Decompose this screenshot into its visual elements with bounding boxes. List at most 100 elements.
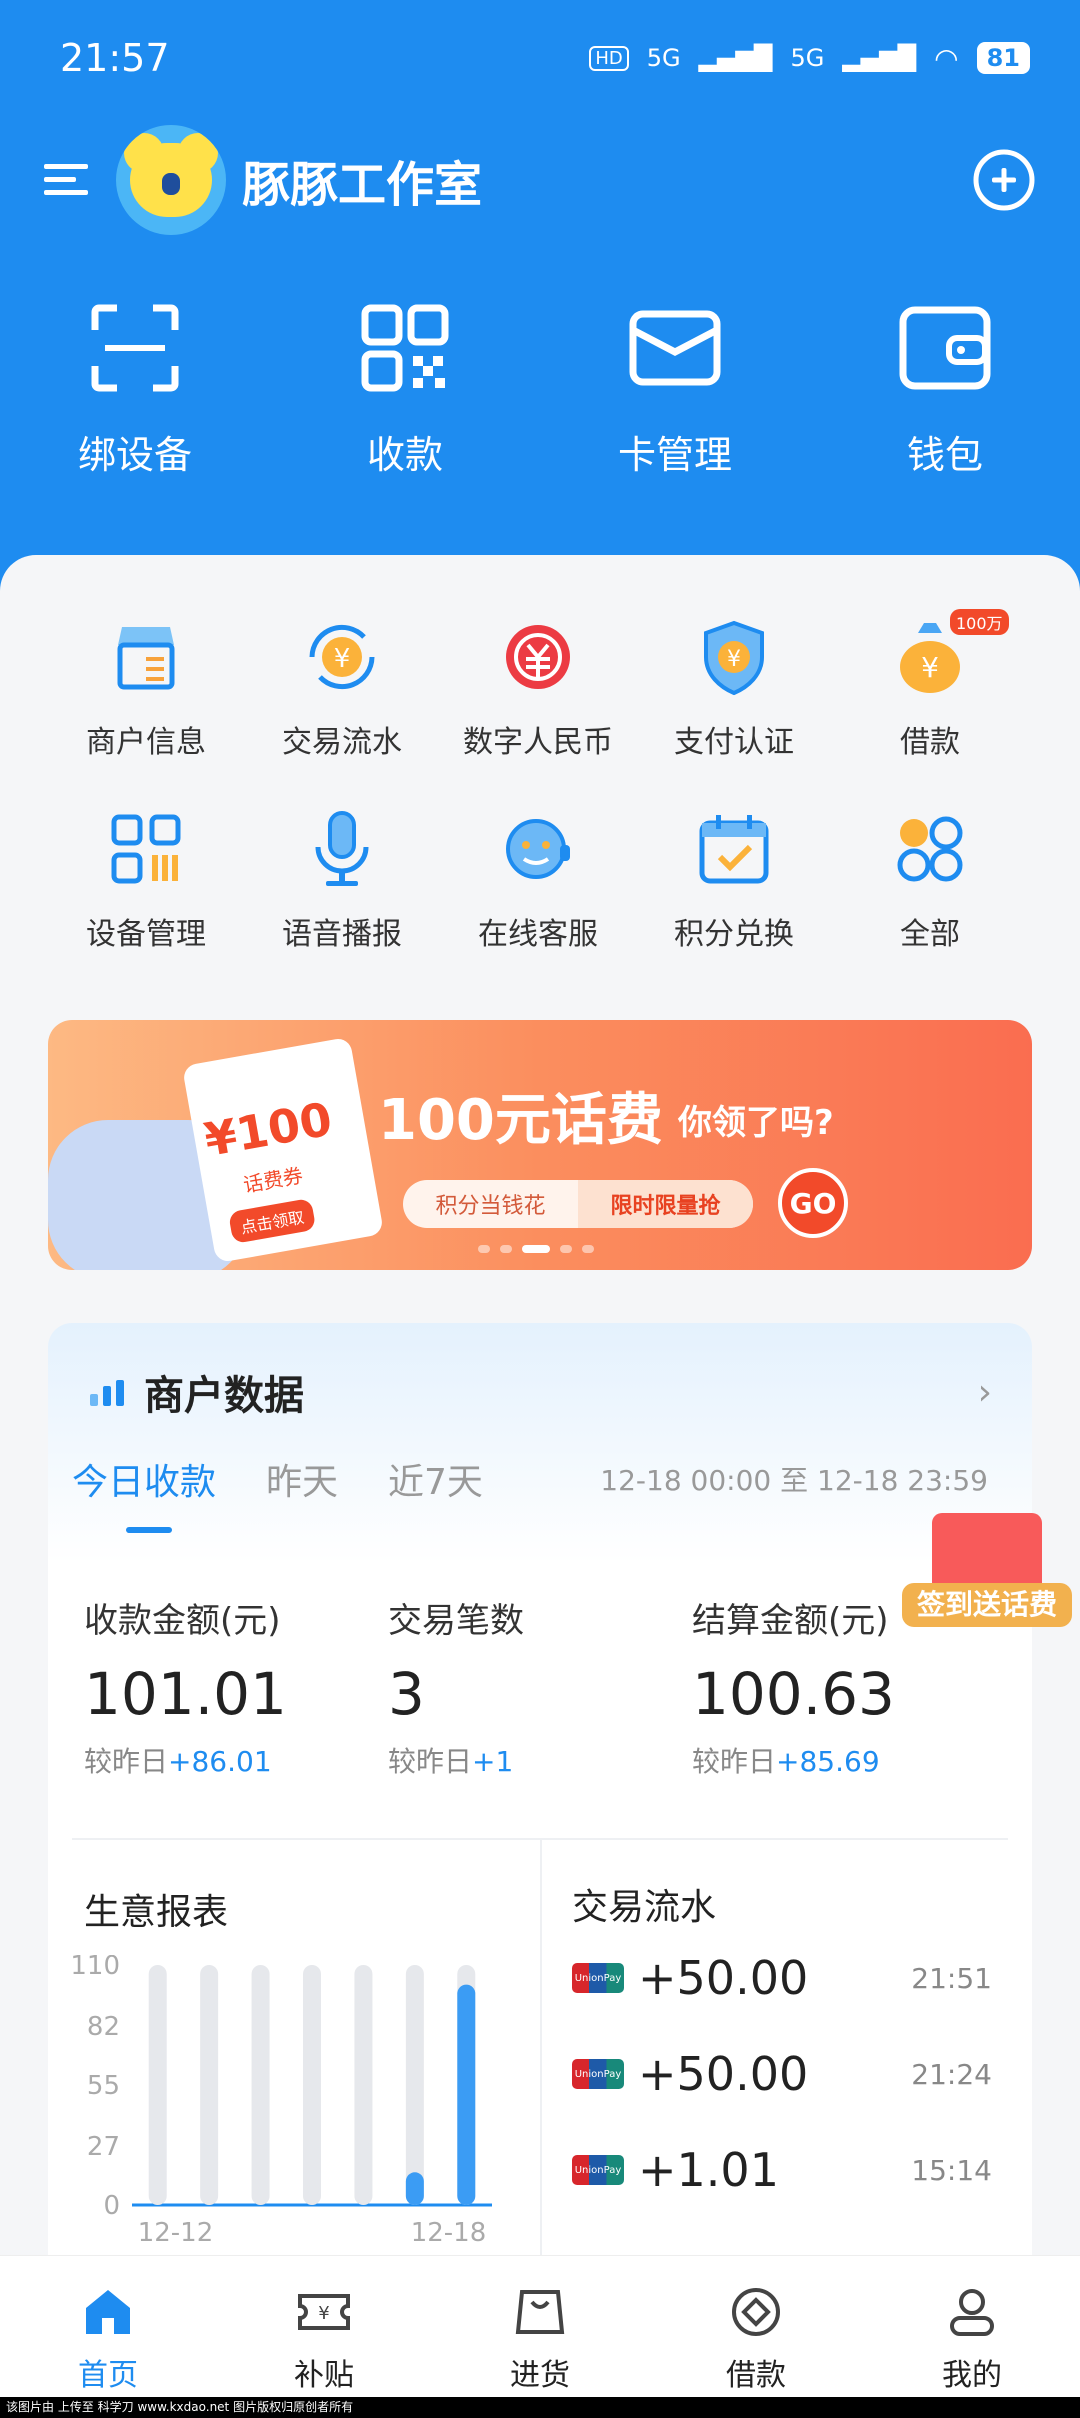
ticket-icon: ¥ xyxy=(298,2294,350,2330)
x-tick-label: 12-12 xyxy=(138,2218,214,2248)
flow-row[interactable]: UnionPay +50.00 21:51 xyxy=(572,1930,1012,2026)
bar-12-18 xyxy=(457,1984,476,2205)
grid-transactions[interactable]: ¥ 交易流水 xyxy=(244,615,440,761)
digital-rmb-icon xyxy=(506,625,570,689)
banner-title: 100元话费 xyxy=(378,1088,663,1153)
card-icon xyxy=(629,310,721,386)
bar-track xyxy=(354,1965,373,2205)
signal-icon-2: ▂▄▆█ xyxy=(842,44,917,72)
stats-row: 收款金额(元) 101.01 较昨日+86.01 交易笔数 3 较昨日+1 结算… xyxy=(84,1593,996,1780)
device-grid-icon xyxy=(111,814,181,884)
stat-receive-amount: 收款金额(元) 101.01 较昨日+86.01 xyxy=(84,1601,287,1778)
loan-badge: 100万 xyxy=(950,609,1009,635)
battery-indicator: 81 xyxy=(976,42,1030,74)
nav-purchase[interactable]: 进货 xyxy=(432,2256,648,2418)
transaction-flow[interactable]: 交易流水 UnionPay +50.00 21:51 UnionPay +50.… xyxy=(572,1878,1012,2278)
bottom-nav: 首页 ¥ 补贴 进货 借款 我的 xyxy=(0,2255,1080,2418)
report-title: 生意报表 xyxy=(84,1892,229,1933)
quick-bind-device[interactable]: 绑设备 xyxy=(0,300,270,479)
nav-mine[interactable]: 我的 xyxy=(864,2256,1080,2418)
bar-track xyxy=(251,1965,270,2205)
wallet-icon xyxy=(899,306,991,390)
unionpay-icon: UnionPay xyxy=(572,2059,624,2089)
hd-icon: HD xyxy=(589,45,629,71)
main-panel: 商户信息 ¥ 交易流水 数字人民币 ¥ 支付认证 ¥ 100万 借款 设备管理 … xyxy=(0,555,1080,2288)
y-tick-label: 55 xyxy=(87,2071,120,2101)
bar-12-17 xyxy=(405,2172,424,2205)
period-tabs: 今日收款 昨天 近7天 12-18 00:00 至 12-18 23:59 xyxy=(72,1453,1008,1533)
tab-yesterday[interactable]: 昨天 xyxy=(266,1453,338,1505)
apps-icon xyxy=(897,816,963,882)
flow-row[interactable]: UnionPay +1.01 15:14 xyxy=(572,2122,1012,2218)
report-bar-chart: 110 82 55 27 0 12-12 12-18 xyxy=(70,1951,492,2248)
loan-icon xyxy=(732,2288,780,2336)
stat-settlement-amount: 结算金额(元) 100.63 较昨日+85.69 xyxy=(692,1601,895,1778)
tab-last7days[interactable]: 近7天 xyxy=(388,1453,483,1505)
network-5g-1: 5G xyxy=(646,44,681,72)
grid-device-manage[interactable]: 设备管理 xyxy=(48,807,244,953)
add-circle-icon[interactable] xyxy=(972,148,1036,212)
nav-loan[interactable]: 借款 xyxy=(648,2256,864,2418)
nav-home[interactable]: 首页 xyxy=(0,2256,216,2418)
banner-pill: 积分当钱花 限时限量抢 xyxy=(403,1180,753,1228)
merchant-data-card: 商户数据 › 今日收款 昨天 近7天 12-18 00:00 至 12-18 2… xyxy=(48,1323,1072,2288)
divider xyxy=(540,1838,542,2288)
calendar-check-icon xyxy=(699,815,769,884)
svg-text:¥: ¥ xyxy=(921,651,939,684)
x-tick-label: 12-18 xyxy=(411,2218,487,2248)
signal-icon: ▂▄▆█ xyxy=(698,44,773,72)
grid-merchant-info[interactable]: 商户信息 xyxy=(48,615,244,761)
scan-icon xyxy=(91,304,179,392)
top-header-area: 21:57 HD 5G ▂▄▆█ 5G ▂▄▆█ ◠ 81 豚豚工作室 绑设备 … xyxy=(0,0,1080,620)
quick-wallet[interactable]: 钱包 xyxy=(810,300,1080,479)
grid-online-service[interactable]: 在线客服 xyxy=(440,807,636,953)
wifi-icon: ◠ xyxy=(934,41,959,75)
qrcode-icon xyxy=(361,304,449,392)
grid-voice-broadcast[interactable]: 语音播报 xyxy=(244,807,440,953)
store-icon xyxy=(117,627,175,690)
bar-track xyxy=(405,1965,424,2205)
business-report[interactable]: 生意报表 110 82 55 27 0 12-12 12-18 xyxy=(70,1883,532,2283)
grid-pay-auth[interactable]: ¥ 支付认证 xyxy=(636,615,832,761)
grid-all[interactable]: 全部 xyxy=(832,807,1028,953)
store-title: 豚豚工作室 xyxy=(242,157,483,213)
unionpay-icon: UnionPay xyxy=(572,1963,624,1993)
svg-text:¥: ¥ xyxy=(727,647,741,672)
unionpay-icon: UnionPay xyxy=(572,2155,624,2185)
grid-points-exchange[interactable]: 积分兑换 xyxy=(636,807,832,953)
flow-title: 交易流水 xyxy=(572,1887,717,1928)
quick-actions: 绑设备 收款 卡管理 钱包 xyxy=(0,300,1080,479)
status-time: 21:57 xyxy=(60,36,170,80)
y-tick-label: 110 xyxy=(72,1955,120,1981)
home-icon xyxy=(86,2290,130,2334)
banner-go-button[interactable]: GO xyxy=(778,1168,848,1238)
shield-yuan-icon: ¥ xyxy=(704,620,764,696)
app-header: 豚豚工作室 xyxy=(44,120,1036,240)
bar-track xyxy=(148,1965,167,2205)
user-icon xyxy=(950,2289,994,2336)
banner-subtitle: 你领了吗? xyxy=(678,1103,834,1143)
watermark-note: 该图片由 上传至 科学刀 www.kxdao.net 图片版权归原创者所有 xyxy=(0,2397,1080,2418)
y-tick-label: 0 xyxy=(103,2191,120,2221)
bar-chart-icon xyxy=(90,1380,124,1406)
stat-transaction-count: 交易笔数 3 较昨日+1 xyxy=(388,1601,524,1778)
merchant-data-header[interactable]: 商户数据 › xyxy=(88,1363,992,1421)
y-tick-label: 82 xyxy=(87,2012,120,2042)
quick-card-manage[interactable]: 卡管理 xyxy=(540,300,810,479)
promo-banner[interactable]: ¥100 话费券 点击领取 100元话费 你领了吗? 积分当钱花 限时限量抢 G… xyxy=(48,1020,1032,1270)
microphone-icon xyxy=(315,811,369,886)
koala-logo xyxy=(116,125,226,235)
bag-icon xyxy=(515,2290,565,2334)
svg-text:¥: ¥ xyxy=(334,644,351,674)
voucher-ticket: ¥100 话费券 点击领取 xyxy=(181,1036,385,1264)
bar-track xyxy=(200,1965,219,2205)
quick-receive[interactable]: 收款 xyxy=(270,300,540,479)
flow-row[interactable]: UnionPay +50.00 21:24 xyxy=(572,2026,1012,2122)
chevron-right-icon: › xyxy=(977,1371,992,1413)
grid-digital-rmb[interactable]: 数字人民币 xyxy=(440,615,636,761)
menu-icon[interactable] xyxy=(44,160,88,200)
tab-today[interactable]: 今日收款 xyxy=(72,1453,216,1533)
y-tick-label: 27 xyxy=(87,2132,120,2162)
grid-loan[interactable]: ¥ 100万 借款 xyxy=(832,609,1028,761)
nav-subsidy[interactable]: ¥ 补贴 xyxy=(216,2256,432,2418)
